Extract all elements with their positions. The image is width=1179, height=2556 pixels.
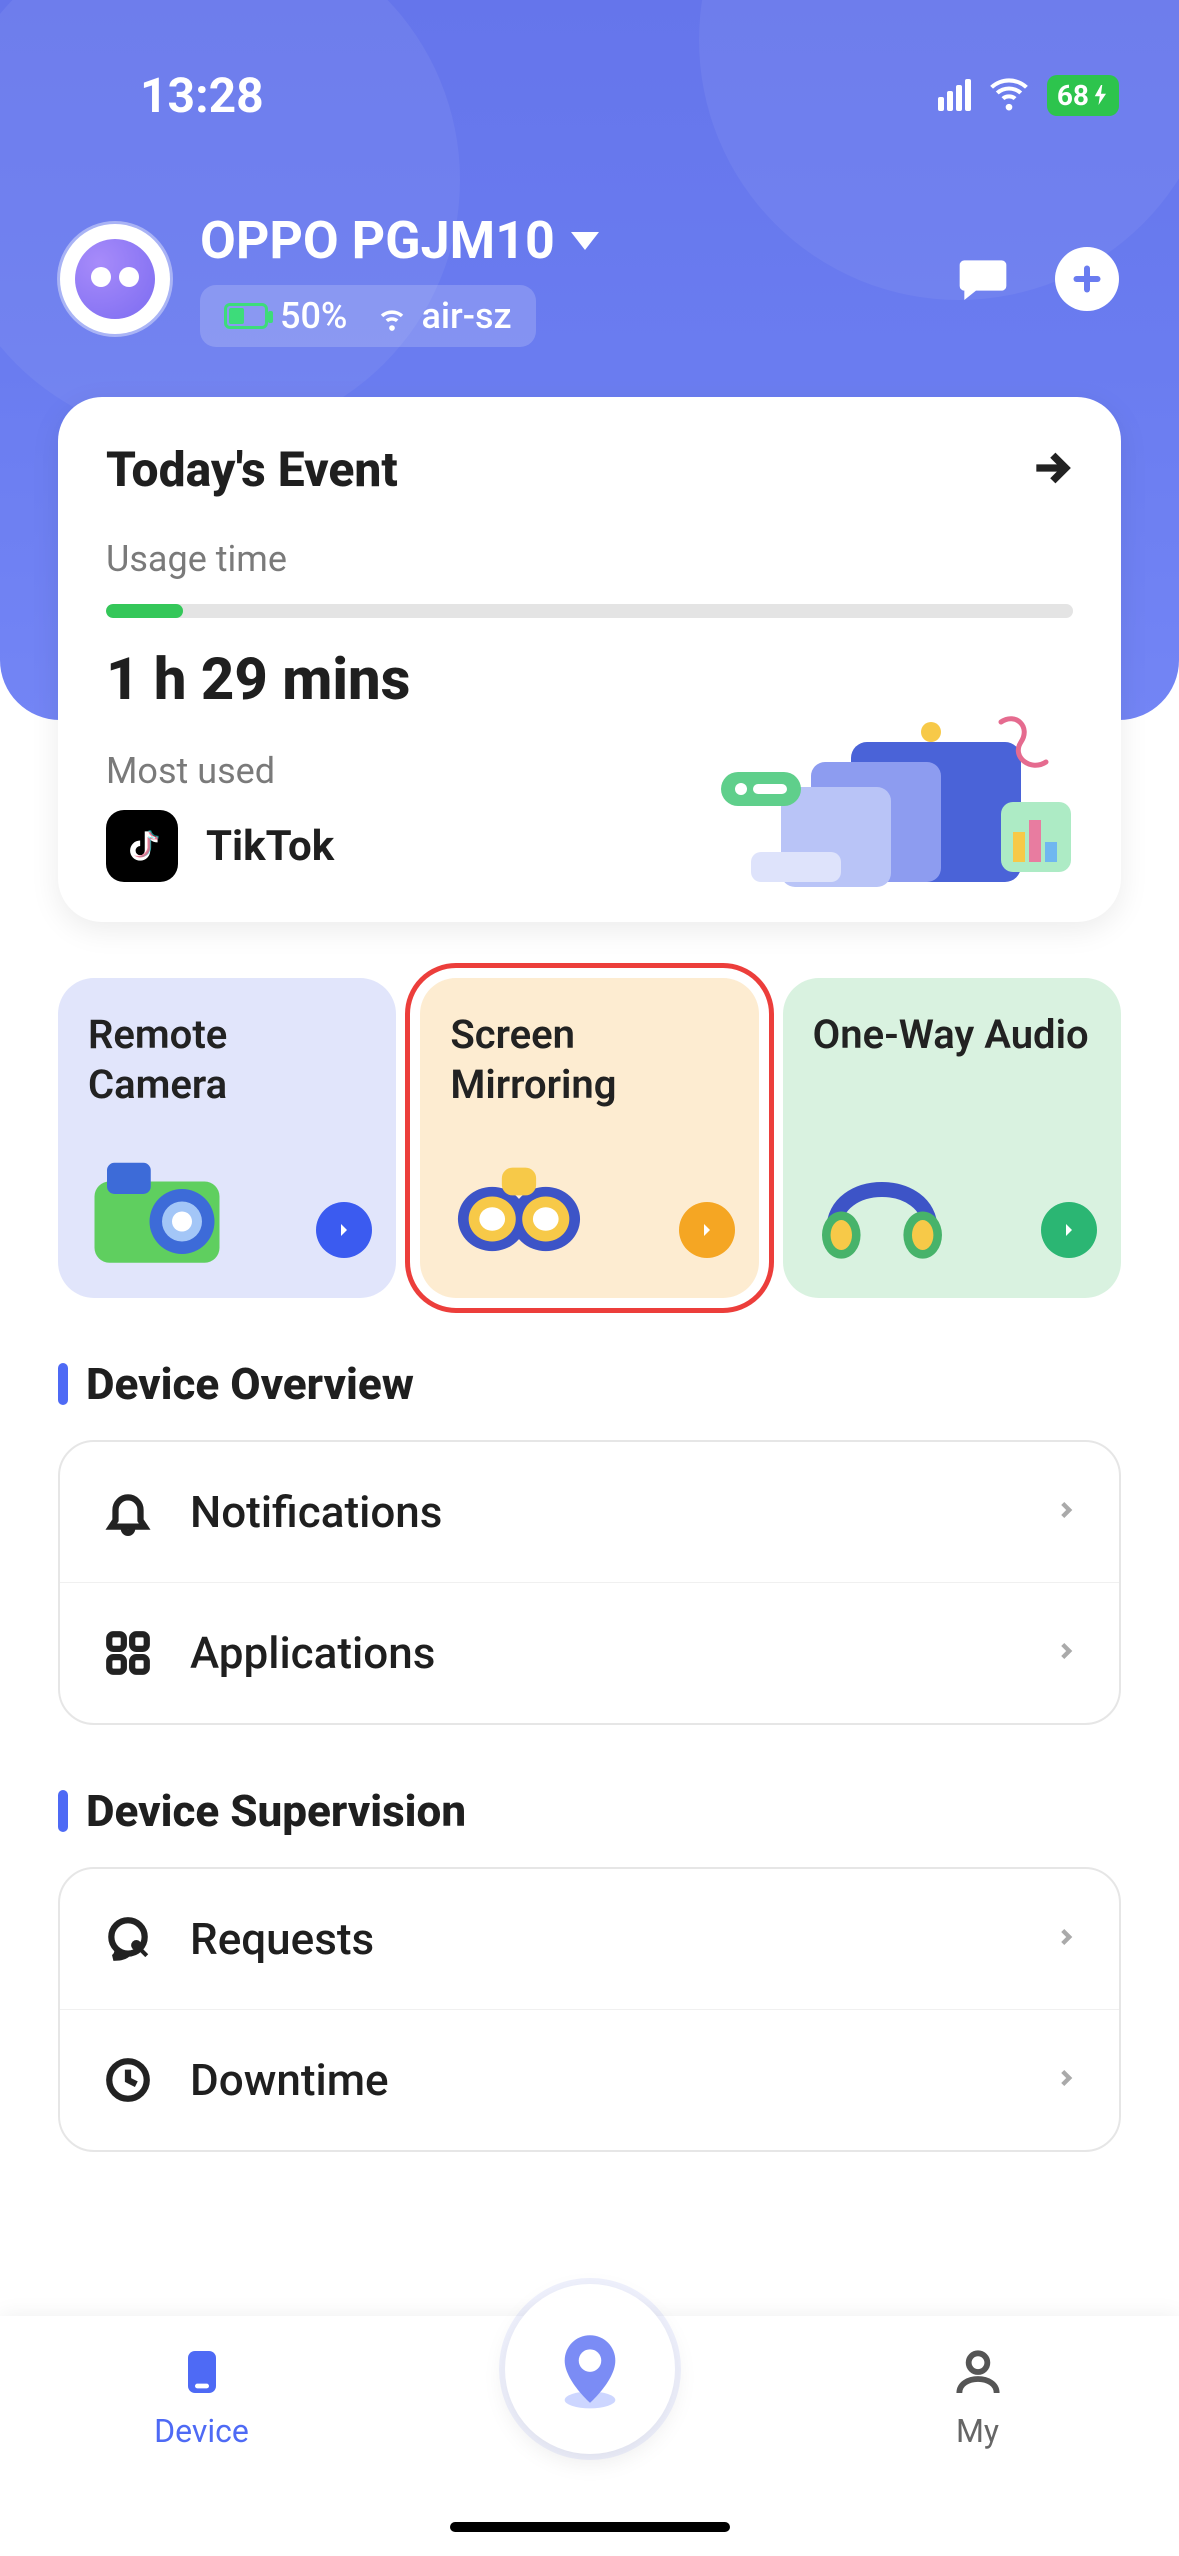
- usage-progress-bar: [106, 604, 1073, 618]
- battery-indicator: 68: [1047, 75, 1119, 116]
- tiktok-icon: [106, 810, 178, 882]
- arrow-right-icon: [1029, 446, 1073, 494]
- list-item-label: Applications: [190, 1627, 1019, 1679]
- status-bar: 13:28 68: [0, 0, 1179, 140]
- most-used-app-name: TikTok: [206, 822, 334, 871]
- device-header: OPPO PGJM10 50% air-sz: [0, 140, 1179, 347]
- clock-icon: [100, 2052, 156, 2108]
- arrow-right-icon: [316, 1202, 372, 1258]
- device-battery: 50%: [224, 295, 347, 337]
- todays-event-card[interactable]: Today's Event Usage time 1 h 29 mins Mos…: [58, 397, 1121, 922]
- status-icons: 68: [938, 73, 1119, 117]
- tab-my[interactable]: My: [878, 2344, 1078, 2450]
- feature-title: Remote Camera: [88, 1010, 366, 1110]
- arrow-right-icon: [1041, 1202, 1097, 1258]
- device-supervision-section: Device Supervision Requests Downtime: [0, 1725, 1179, 2152]
- avatar[interactable]: [60, 224, 170, 334]
- binoculars-icon: [444, 1144, 594, 1274]
- device-overview-section: Device Overview Notifications Applicatio…: [0, 1298, 1179, 1725]
- device-name: OPPO PGJM10: [200, 210, 555, 271]
- apps-grid-icon: [100, 1625, 156, 1681]
- cellular-signal-icon: [938, 79, 971, 111]
- list-item-label: Notifications: [190, 1486, 1019, 1538]
- applications-item[interactable]: Applications: [60, 1582, 1119, 1723]
- headphones-icon: [807, 1144, 957, 1274]
- device-stats: 50% air-sz: [200, 285, 536, 347]
- battery-percent: 68: [1057, 79, 1089, 112]
- messages-button[interactable]: [951, 247, 1015, 311]
- status-time: 13:28: [140, 67, 264, 124]
- section-title: Device Supervision: [86, 1785, 466, 1837]
- chevron-right-icon: [1053, 1638, 1079, 1668]
- tab-bar: Device My: [0, 2316, 1179, 2556]
- add-button[interactable]: [1055, 247, 1119, 311]
- device-wifi: air-sz: [375, 295, 511, 337]
- chevron-right-icon: [1053, 1497, 1079, 1527]
- device-selector[interactable]: OPPO PGJM10: [200, 210, 951, 271]
- chevron-right-icon: [1053, 2065, 1079, 2095]
- usage-time-label: Usage time: [106, 538, 1073, 580]
- camera-icon: [82, 1144, 232, 1274]
- request-icon: [100, 1911, 156, 1967]
- feature-title: Screen Mirroring: [450, 1010, 728, 1110]
- bell-icon: [100, 1484, 156, 1540]
- feature-cards-row: Remote Camera Screen Mirroring One-Way A: [0, 922, 1179, 1298]
- device-icon: [174, 2344, 230, 2400]
- arrow-right-icon: [679, 1202, 735, 1258]
- battery-icon: [224, 303, 268, 329]
- home-indicator: [450, 2522, 730, 2532]
- event-illustration: [661, 702, 1081, 902]
- chevron-down-icon: [571, 232, 599, 250]
- notifications-item[interactable]: Notifications: [60, 1442, 1119, 1582]
- tab-location[interactable]: [505, 2284, 675, 2454]
- profile-icon: [950, 2344, 1006, 2400]
- chevron-right-icon: [1053, 1924, 1079, 1954]
- tab-device[interactable]: Device: [102, 2344, 302, 2450]
- list-item-label: Downtime: [190, 2054, 1019, 2106]
- wifi-icon: [989, 73, 1029, 117]
- feature-title: One-Way Audio: [813, 1010, 1091, 1060]
- tab-label: Device: [154, 2412, 249, 2450]
- one-way-audio-card[interactable]: One-Way Audio: [783, 978, 1121, 1298]
- downtime-item[interactable]: Downtime: [60, 2009, 1119, 2150]
- list-item-label: Requests: [190, 1913, 1019, 1965]
- tab-label: My: [956, 2412, 999, 2450]
- event-card-title: Today's Event: [106, 441, 398, 498]
- remote-camera-card[interactable]: Remote Camera: [58, 978, 396, 1298]
- section-title: Device Overview: [86, 1358, 414, 1410]
- requests-item[interactable]: Requests: [60, 1869, 1119, 2009]
- screen-mirroring-card[interactable]: Screen Mirroring: [420, 978, 758, 1298]
